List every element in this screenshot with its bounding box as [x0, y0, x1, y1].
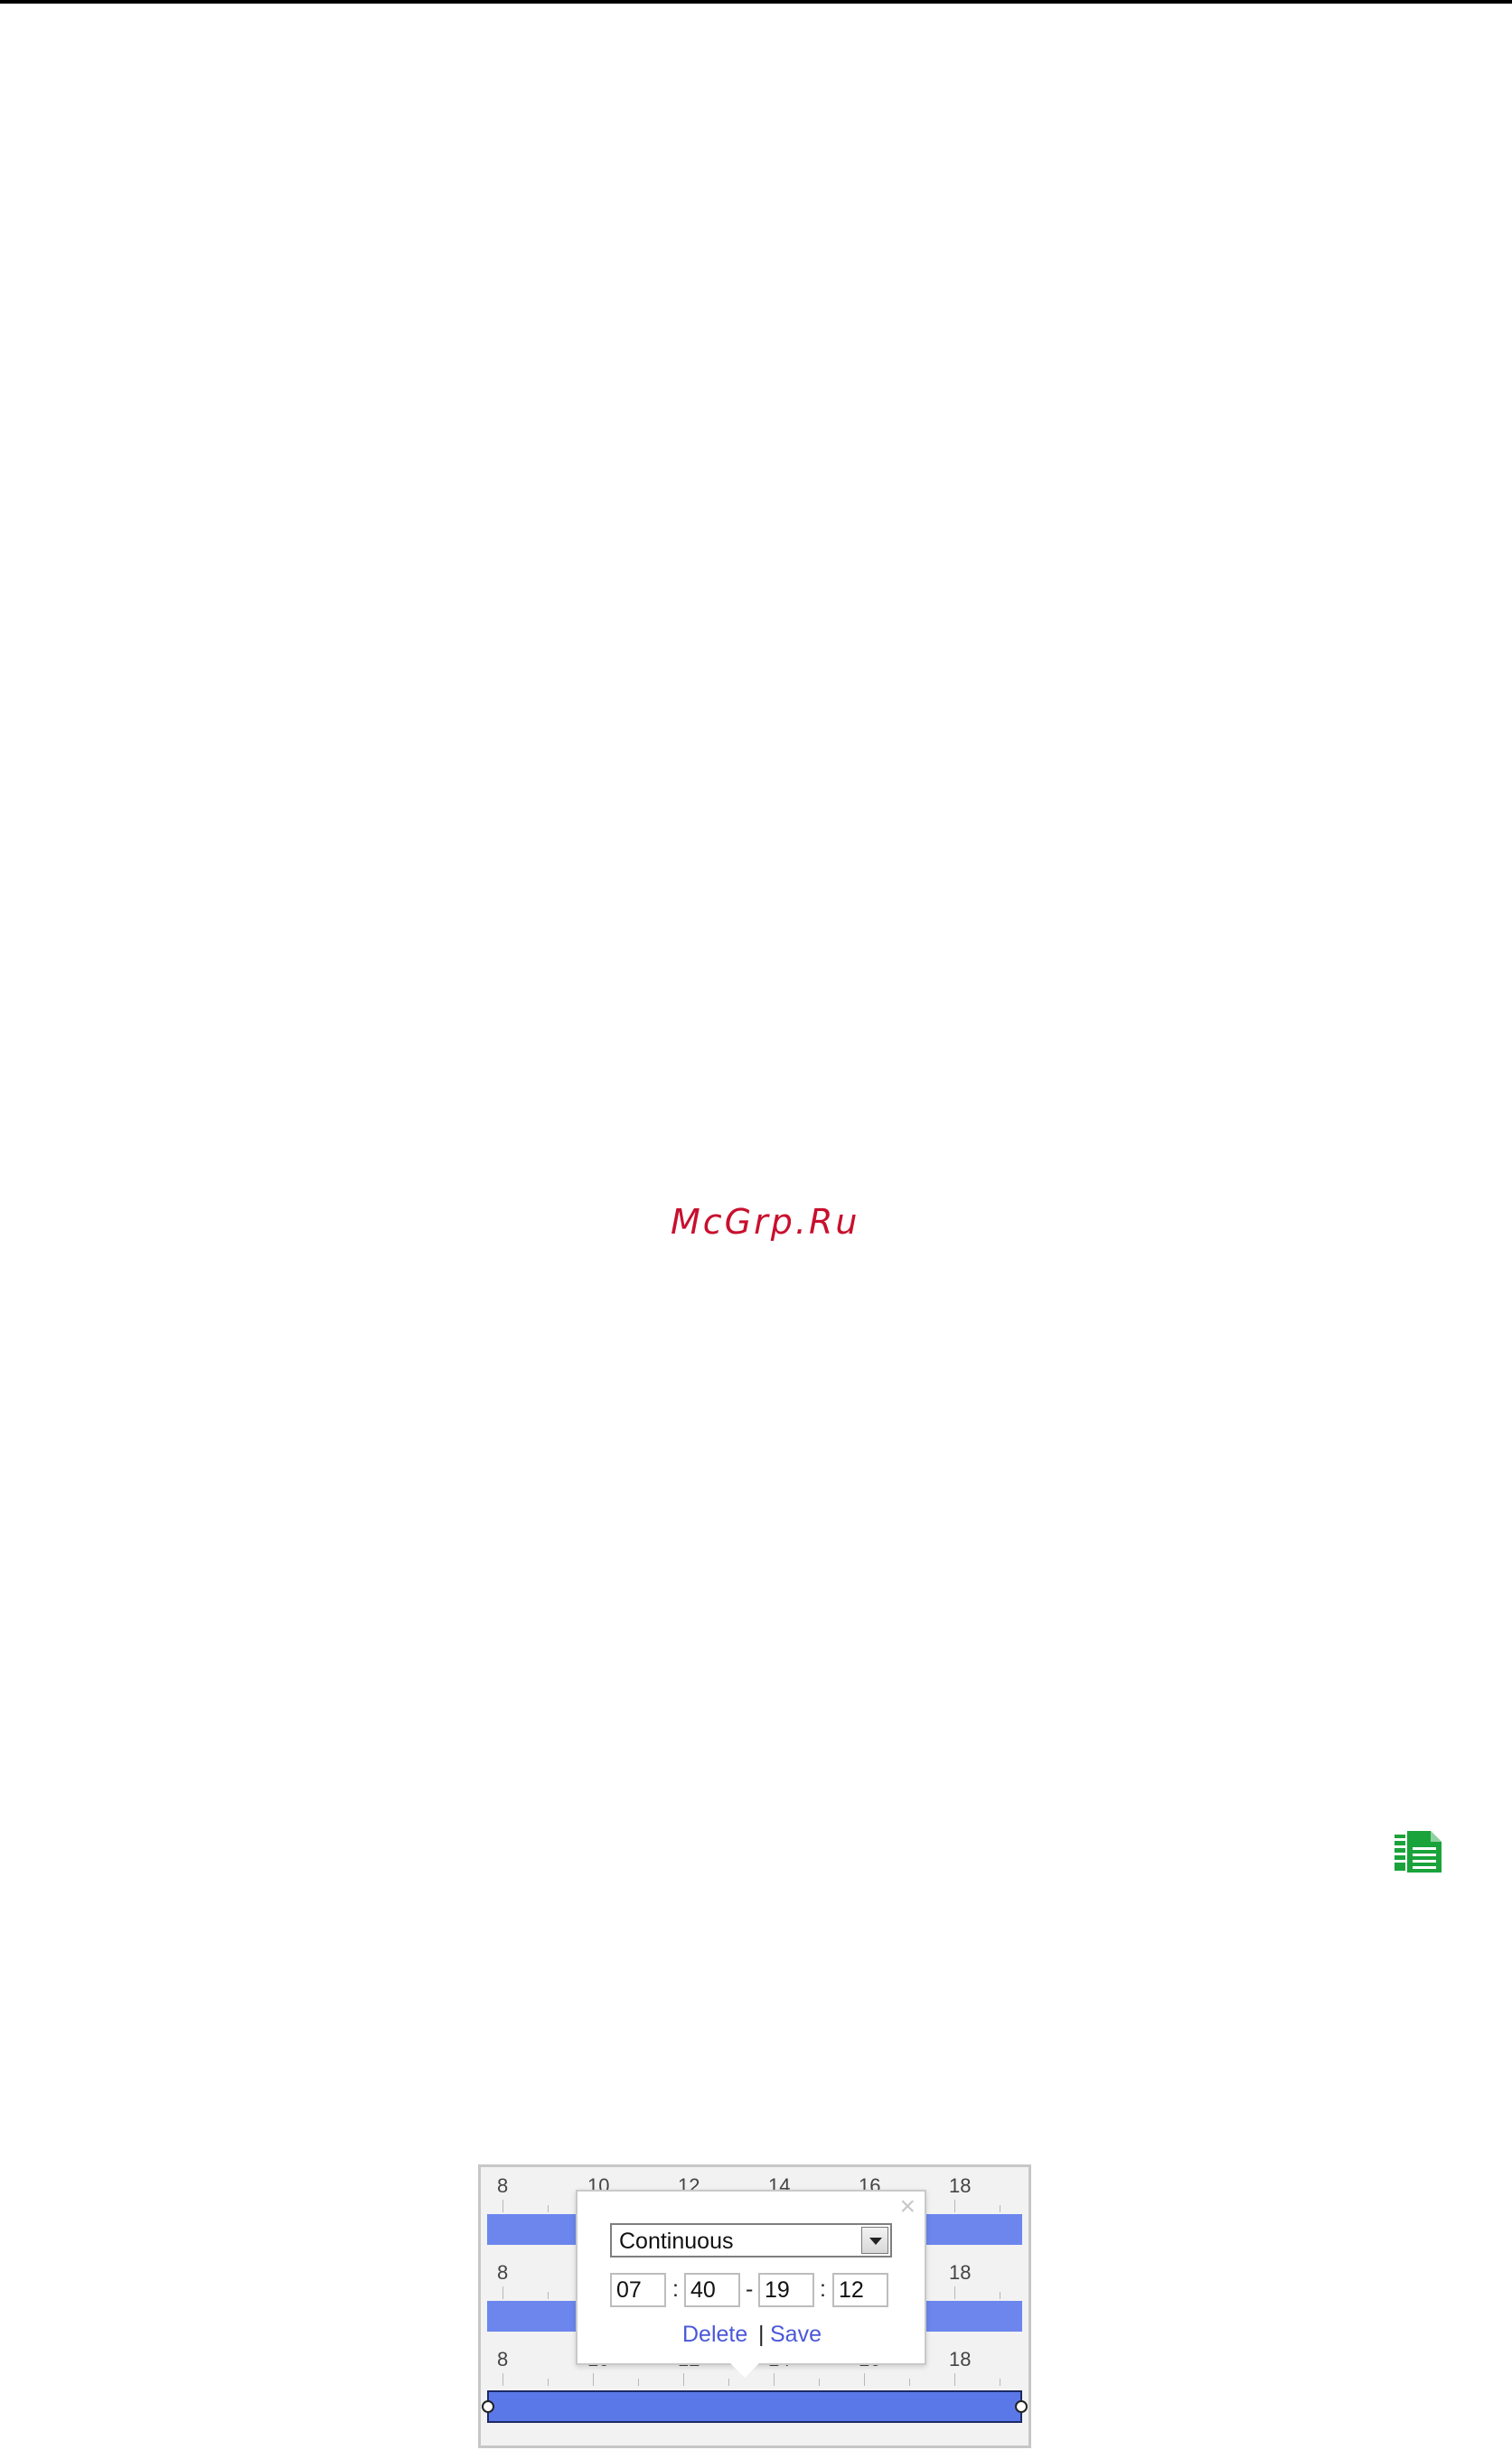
ruler-tick [502, 2200, 503, 2212]
ruler-tick-label: 8 [497, 2174, 509, 2197]
time-colon: : [820, 2276, 826, 2302]
chevron-down-icon[interactable] [861, 2227, 888, 2254]
ruler-tick-label: 18 [949, 2261, 972, 2284]
copy-icon[interactable] [1393, 1829, 1443, 1874]
ruler-tick [502, 2373, 503, 2386]
ruler-tick [638, 2379, 639, 2386]
resize-handle-start[interactable] [482, 2400, 494, 2413]
ruler-tick [864, 2373, 865, 2386]
ruler-tick-label: 8 [497, 2348, 509, 2370]
ruler-tick [954, 2200, 955, 2212]
close-icon[interactable]: × [899, 2193, 916, 2220]
schedule-bar-selected[interactable] [487, 2390, 1022, 2423]
ruler-tick-label: 18 [949, 2174, 972, 2197]
watermark: McGrp.Ru [671, 1202, 860, 1242]
delete-link[interactable]: Delete [682, 2322, 747, 2348]
start-minute-field[interactable]: 40 [684, 2273, 740, 2307]
start-hour-field[interactable]: 07 [610, 2273, 666, 2307]
end-minute-field[interactable]: 12 [832, 2273, 888, 2307]
ruler-tick-label: 8 [497, 2261, 509, 2284]
ruler-tick [728, 2379, 729, 2386]
schedule-edit-popup: × Continuous 07 : 40 - 19 : 12 Delete | … [576, 2190, 926, 2365]
ruler-tick [593, 2373, 594, 2386]
popup-pointer [730, 2363, 759, 2378]
record-type-select[interactable]: Continuous [610, 2223, 892, 2258]
ruler-tick [819, 2379, 820, 2386]
ruler-tick [954, 2286, 955, 2299]
ruler-tick [548, 2379, 549, 2386]
top-rule [0, 0, 1512, 4]
ruler-tick [548, 2205, 549, 2212]
ruler-tick [548, 2292, 549, 2299]
ruler-tick [683, 2373, 684, 2386]
save-link[interactable]: Save [770, 2322, 822, 2348]
ruler-tick [774, 2373, 775, 2386]
resize-handle-end[interactable] [1015, 2400, 1028, 2413]
time-dash: - [746, 2276, 754, 2302]
ruler-tick-label: 18 [949, 2348, 972, 2370]
ruler-tick [954, 2373, 955, 2386]
ruler-tick [502, 2286, 503, 2299]
end-hour-field[interactable]: 19 [758, 2273, 814, 2307]
ruler-tick [909, 2379, 910, 2386]
record-type-value: Continuous [619, 2229, 734, 2254]
link-divider: | [758, 2322, 765, 2347]
time-colon: : [672, 2276, 679, 2302]
